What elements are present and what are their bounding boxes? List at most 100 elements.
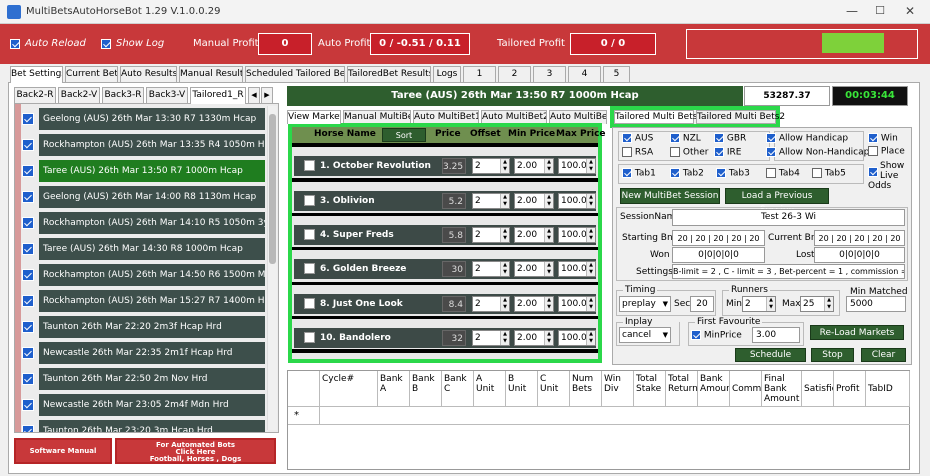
horse-checkbox[interactable] xyxy=(304,160,315,171)
offset-stepper[interactable]: 2 ▲ ▼ xyxy=(472,158,510,174)
minprice-field[interactable]: 3.00 xyxy=(752,327,800,343)
race-checkbox[interactable] xyxy=(22,347,34,359)
race-checkbox[interactable] xyxy=(22,243,34,255)
tab-2[interactable]: 2 xyxy=(498,66,531,82)
min-matched-field[interactable]: 5000 xyxy=(846,296,906,312)
min-price-stepper[interactable]: 2.00 ▲ ▼ xyxy=(514,227,554,243)
minimize-icon[interactable]: — xyxy=(842,4,862,18)
race-item[interactable]: Taree (AUS) 26th Mar 14:30 R8 1000m Hcap xyxy=(19,238,265,260)
tab-scheduled-tailored-bets[interactable]: Scheduled Tailored Bets xyxy=(245,66,345,82)
race-checkbox[interactable] xyxy=(22,269,34,281)
scrollbar-thumb[interactable] xyxy=(269,114,276,264)
session-name-field[interactable]: Test 26-3 Wi xyxy=(672,209,905,226)
tab-manual-results[interactable]: Manual Results xyxy=(179,66,243,82)
max-price-stepper[interactable]: 100.0 ▲ ▼ xyxy=(558,296,596,312)
tab-5[interactable]: 5 xyxy=(603,66,630,82)
maximize-icon[interactable]: ☐ xyxy=(870,4,890,17)
place-checkbox[interactable]: Place xyxy=(868,146,905,157)
race-item[interactable]: Geelong (AUS) 26th Mar 13:30 R7 1330m Hc… xyxy=(19,108,265,130)
race-checkbox[interactable] xyxy=(22,113,34,125)
max-price-stepper[interactable]: 100.0 ▲ ▼ xyxy=(558,158,596,174)
nzl-checkbox[interactable]: NZL xyxy=(670,133,701,144)
runners-min-stepper[interactable]: 2 ▲ ▼ xyxy=(742,296,776,312)
tab-tailored1-r[interactable]: Tailored1_R xyxy=(190,87,246,104)
current-bank-field[interactable]: 20 | 20 | 20 | 20 | 20 xyxy=(814,230,905,246)
tab-back3-r[interactable]: Back3-R xyxy=(102,87,144,103)
race-item[interactable]: Rockhampton (AUS) 26th Mar 13:35 R4 1050… xyxy=(19,134,265,156)
new-multibet-session-button[interactable]: New MultiBet Session xyxy=(620,188,720,204)
rsa-checkbox[interactable]: RSA xyxy=(622,147,653,158)
offset-stepper[interactable]: 2 ▲ ▼ xyxy=(472,330,510,346)
tab-view-market[interactable]: View Market xyxy=(287,110,341,124)
race-checkbox[interactable] xyxy=(22,139,34,151)
tab3-checkbox[interactable]: Tab3 xyxy=(716,168,750,179)
tab-current-bets[interactable]: Current Bets xyxy=(65,66,118,82)
gbr-checkbox[interactable]: GBR xyxy=(714,133,746,144)
horse-checkbox[interactable] xyxy=(304,195,315,206)
horse-checkbox[interactable] xyxy=(304,263,315,274)
starting-bank-field[interactable]: 20 | 20 | 20 | 20 | 20 xyxy=(672,230,765,246)
tab-back2-r[interactable]: Back2-R xyxy=(14,87,56,103)
clear-button[interactable]: Clear xyxy=(861,348,906,362)
runners-max-stepper[interactable]: 25 ▲ ▼ xyxy=(800,296,834,312)
inplay-action-select[interactable]: cancel ▼ xyxy=(619,327,671,343)
tab-manual-multibets[interactable]: Manual MultiBets xyxy=(343,110,411,124)
max-price-stepper[interactable]: 100.0 ▲ ▼ xyxy=(558,193,596,209)
lost-field[interactable]: 0|0|0|0|0 xyxy=(814,247,905,263)
tab-scroll-left-icon[interactable]: ◀ xyxy=(248,87,260,103)
race-item[interactable]: Rockhampton (AUS) 26th Mar 14:10 R5 1050… xyxy=(19,212,265,234)
race-item[interactable]: Rockhampton (AUS) 26th Mar 14:50 R6 1500… xyxy=(19,264,265,286)
offset-stepper[interactable]: 2 ▲ ▼ xyxy=(472,296,510,312)
race-item[interactable]: Newcastle 26th Mar 22:35 2m1f Hcap Hrd xyxy=(19,342,265,364)
race-checkbox[interactable] xyxy=(22,399,34,411)
horse-checkbox[interactable] xyxy=(304,229,315,240)
min-price-stepper[interactable]: 2.00 ▲ ▼ xyxy=(514,193,554,209)
tab-tailored-multi-bets2[interactable]: Tailored Multi Bets2 xyxy=(696,110,785,124)
tab-tailoredbet-results[interactable]: TailoredBet Results xyxy=(347,66,431,82)
tab-4[interactable]: 4 xyxy=(568,66,601,82)
race-item[interactable]: Taunton 26th Mar 22:20 2m3f Hcap Hrd xyxy=(19,316,265,338)
automated-bots-button[interactable]: For Automated Bots Click Here Football, … xyxy=(115,438,276,464)
min-price-stepper[interactable]: 2.00 ▲ ▼ xyxy=(514,261,554,277)
race-checkbox[interactable] xyxy=(22,165,34,177)
show-log-checkbox[interactable] xyxy=(101,39,111,50)
min-price-stepper[interactable]: 2.00 ▲ ▼ xyxy=(514,158,554,174)
tab-3[interactable]: 3 xyxy=(533,66,566,82)
won-field[interactable]: 0|0|0|0|0 xyxy=(672,247,765,263)
race-checkbox[interactable] xyxy=(22,373,34,385)
minprice-checkbox[interactable]: MinPrice xyxy=(691,330,742,341)
race-checkbox[interactable] xyxy=(22,217,34,229)
load-previous-session-button[interactable]: Load a Previous Session xyxy=(725,188,829,215)
race-item[interactable]: Taunton 26th Mar 23:20 3m Hcap Hrd xyxy=(19,420,265,432)
horse-checkbox[interactable] xyxy=(304,298,315,309)
race-checkbox[interactable] xyxy=(22,321,34,333)
tab-tailored-multi-bets1[interactable]: Tailored Multi Bets1 xyxy=(614,110,703,124)
tab-scroll-right-icon[interactable]: ▶ xyxy=(261,87,273,103)
tab-back3-v[interactable]: Back3-V xyxy=(146,87,188,103)
schedule-button[interactable]: Schedule xyxy=(735,348,806,362)
tab5-checkbox[interactable]: Tab5 xyxy=(812,168,846,179)
other-checkbox[interactable]: Other xyxy=(670,147,708,158)
sec-field[interactable]: 20 xyxy=(690,296,714,312)
settings-field[interactable]: B-limit = 2 , C - limit = 3 , Bet-percen… xyxy=(672,264,905,279)
max-price-stepper[interactable]: 100.0 ▲ ▼ xyxy=(558,227,596,243)
aus-checkbox[interactable]: AUS xyxy=(622,133,653,144)
tab-auto-multibet1[interactable]: Auto MultiBet1 xyxy=(413,110,479,124)
tab4-checkbox[interactable]: Tab4 xyxy=(766,168,800,179)
tab-1[interactable]: 1 xyxy=(463,66,496,82)
tab2-checkbox[interactable]: Tab2 xyxy=(670,168,704,179)
min-price-stepper[interactable]: 2.00 ▲ ▼ xyxy=(514,330,554,346)
max-price-stepper[interactable]: 100.0 ▲ ▼ xyxy=(558,330,596,346)
reload-markets-button[interactable]: Re-Load Markets xyxy=(810,325,904,340)
software-manual-button[interactable]: Software Manual xyxy=(14,438,112,464)
race-item-selected[interactable]: Taree (AUS) 26th Mar 13:50 R7 1000m Hcap xyxy=(19,160,265,182)
race-checkbox[interactable] xyxy=(22,425,34,432)
allow-non-handicap-checkbox[interactable]: Allow Non-Handicap xyxy=(766,147,869,158)
race-item[interactable]: Newcastle 26th Mar 23:05 2m4f Mdn Hrd xyxy=(19,394,265,416)
offset-stepper[interactable]: 2 ▲ ▼ xyxy=(472,227,510,243)
stop-button[interactable]: Stop xyxy=(811,348,854,362)
max-price-stepper[interactable]: 100.0 ▲ ▼ xyxy=(558,261,596,277)
race-checkbox[interactable] xyxy=(22,191,34,203)
tab-auto-multibet3[interactable]: Auto MultiBet3 xyxy=(549,110,607,124)
close-icon[interactable]: ✕ xyxy=(900,4,920,18)
